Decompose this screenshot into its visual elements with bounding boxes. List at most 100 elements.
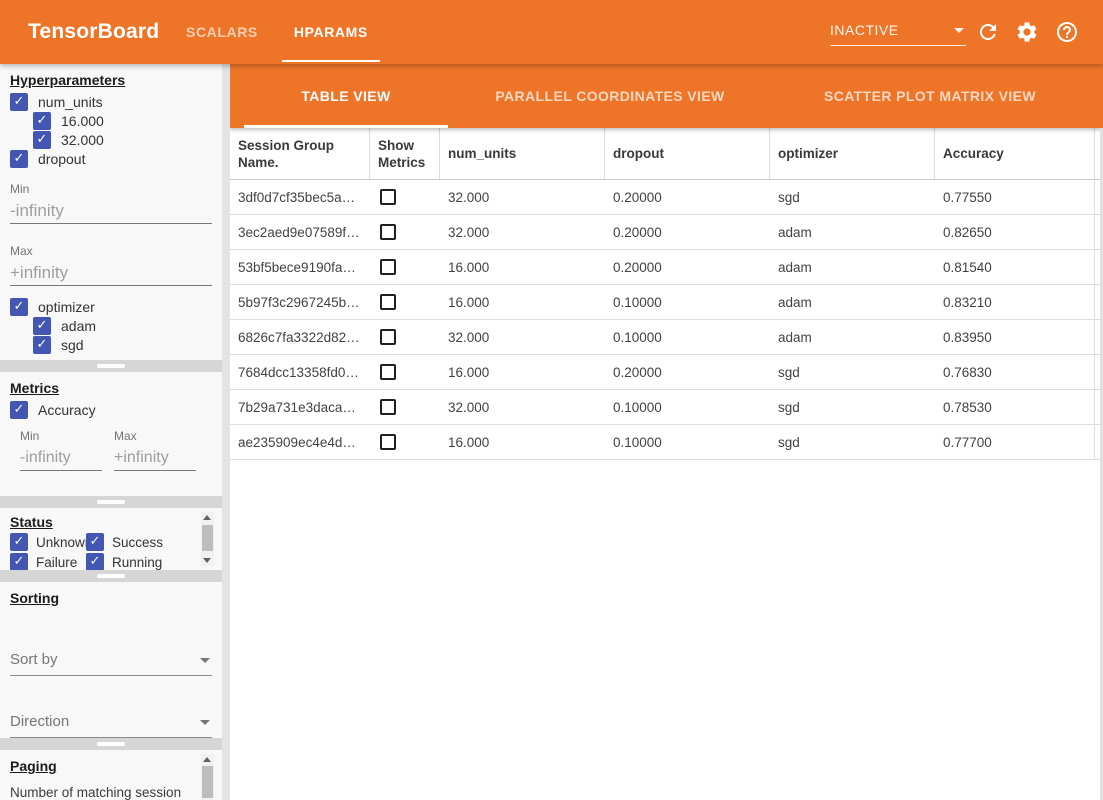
- show-metrics-checkbox[interactable]: [380, 329, 396, 345]
- metrics-heading: Metrics: [10, 380, 59, 396]
- adam-checkbox[interactable]: ✓: [33, 317, 51, 335]
- checkbox-row-adam: ✓ adam: [33, 317, 222, 335]
- matching-groups-count: Number of matching session groups: 8: [10, 784, 208, 800]
- dropout-max-input[interactable]: [10, 260, 212, 286]
- panel-divider: [0, 570, 222, 582]
- column-header-dropout[interactable]: dropout: [605, 128, 770, 179]
- table-row[interactable]: 7684dcc13358fd0… 16.000 0.20000 sgd 0.76…: [230, 355, 1103, 390]
- table-row[interactable]: 3ec2aed9e07589f… 32.000 0.20000 adam 0.8…: [230, 215, 1103, 250]
- sorting-panel: Sorting Sort by Direction: [0, 582, 222, 738]
- scroll-up-icon[interactable]: [203, 515, 211, 520]
- num-units-checkbox[interactable]: ✓: [10, 93, 28, 111]
- checkbox-row-success: ✓ Success: [86, 533, 196, 551]
- column-header-session-group-name[interactable]: Session Group Name.: [230, 128, 370, 179]
- panel-divider: [0, 360, 222, 372]
- app-title: TensorBoard: [28, 0, 159, 64]
- column-header-num-units[interactable]: num_units: [440, 128, 605, 179]
- show-metrics-checkbox[interactable]: [380, 224, 396, 240]
- scroll-up-icon[interactable]: [203, 757, 211, 762]
- tab-parallel-coordinates-view[interactable]: PARALLEL COORDINATES VIEW: [448, 64, 772, 128]
- resize-handle[interactable]: [97, 574, 125, 578]
- success-checkbox[interactable]: ✓: [86, 533, 104, 551]
- status-heading: Status: [10, 514, 53, 530]
- num-units-cell: 32.000: [440, 390, 605, 424]
- sgd-checkbox[interactable]: ✓: [33, 336, 51, 354]
- status-scrollbar[interactable]: [201, 512, 214, 566]
- optimizer-checkbox[interactable]: ✓: [10, 298, 28, 316]
- checkbox-row-num-units: ✓ num_units: [10, 93, 222, 111]
- table-row[interactable]: 5b97f3c2967245b… 16.000 0.10000 adam 0.8…: [230, 285, 1103, 320]
- dropout-cell: 0.20000: [605, 355, 770, 389]
- accuracy-min-input[interactable]: [20, 445, 102, 471]
- column-header-show-metrics[interactable]: Show Metrics: [370, 128, 440, 179]
- accuracy-checkbox[interactable]: ✓: [10, 401, 28, 419]
- session-group-name: 3ec2aed9e07589f…: [230, 215, 370, 249]
- num-units-cell: 16.000: [440, 425, 605, 459]
- dropout-min-input[interactable]: [10, 198, 212, 224]
- accuracy-minmax: Min Max: [20, 429, 222, 471]
- running-checkbox[interactable]: ✓: [86, 553, 104, 570]
- tab-scatter-plot-matrix-view[interactable]: SCATTER PLOT MATRIX VIEW: [772, 64, 1088, 128]
- failure-checkbox[interactable]: ✓: [10, 553, 28, 570]
- checkbox-row-accuracy: ✓ Accuracy: [10, 401, 222, 419]
- table-row[interactable]: ae235909ec4e4d… 16.000 0.10000 sgd 0.777…: [230, 425, 1103, 460]
- sort-by-dropdown[interactable]: Sort by: [10, 646, 212, 676]
- session-group-name: 5b97f3c2967245b…: [230, 285, 370, 319]
- show-metrics-checkbox[interactable]: [380, 294, 396, 310]
- tab-hparams[interactable]: HPARAMS: [276, 0, 386, 64]
- num-units-cell: 32.000: [440, 180, 605, 214]
- optimizer-cell: sgd: [770, 425, 935, 459]
- tab-scalars[interactable]: SCALARS: [168, 0, 276, 64]
- scrollbar-thumb[interactable]: [202, 525, 213, 551]
- column-header-optimizer[interactable]: optimizer: [770, 128, 935, 179]
- session-group-name: 3df0d7cf35bec5a…: [230, 180, 370, 214]
- settings-gear-icon[interactable]: [1015, 20, 1039, 44]
- dropout-checkbox[interactable]: ✓: [10, 150, 28, 168]
- session-group-name: 7684dcc13358fd0…: [230, 355, 370, 389]
- tab-table-view[interactable]: TABLE VIEW: [244, 64, 448, 128]
- show-metrics-checkbox[interactable]: [380, 364, 396, 380]
- unknown-checkbox[interactable]: ✓: [10, 533, 28, 551]
- accuracy-cell: 0.77550: [935, 180, 1095, 214]
- num-units-16-checkbox[interactable]: ✓: [33, 112, 51, 130]
- tensorboard-app: TensorBoard SCALARS HPARAMS INACTIVE: [0, 0, 1103, 800]
- table-row[interactable]: 6826c7fa3322d82… 32.000 0.10000 adam 0.8…: [230, 320, 1103, 355]
- session-group-name: ae235909ec4e4d…: [230, 425, 370, 459]
- resize-handle[interactable]: [97, 500, 125, 504]
- panel-divider: [0, 738, 222, 750]
- num-units-32-checkbox[interactable]: ✓: [33, 131, 51, 149]
- checkbox-row-dropout: ✓ dropout: [10, 150, 222, 168]
- scrollbar-thumb[interactable]: [202, 766, 213, 798]
- table-body: 3df0d7cf35bec5a… 32.000 0.20000 sgd 0.77…: [230, 180, 1103, 460]
- direction-dropdown[interactable]: Direction: [10, 708, 212, 738]
- table-row[interactable]: 7b29a731e3daca… 32.000 0.10000 sgd 0.785…: [230, 390, 1103, 425]
- show-metrics-checkbox[interactable]: [380, 189, 396, 205]
- help-icon[interactable]: [1055, 20, 1079, 44]
- resize-handle[interactable]: [97, 742, 125, 746]
- table-header: Session Group Name. Show Metrics num_uni…: [230, 128, 1103, 180]
- table-row[interactable]: 53bf5bece9190fa… 16.000 0.20000 adam 0.8…: [230, 250, 1103, 285]
- table-row[interactable]: 3df0d7cf35bec5a… 32.000 0.20000 sgd 0.77…: [230, 180, 1103, 215]
- checkbox-row-failure: ✓ Failure: [10, 553, 86, 570]
- accuracy-max-input[interactable]: [114, 445, 196, 471]
- paging-panel: Paging Number of matching session groups…: [0, 750, 222, 800]
- show-metrics-checkbox[interactable]: [380, 399, 396, 415]
- accuracy-cell: 0.83950: [935, 320, 1095, 354]
- optimizer-cell: sgd: [770, 355, 935, 389]
- resize-handle[interactable]: [97, 364, 125, 368]
- show-metrics-checkbox[interactable]: [380, 434, 396, 450]
- column-header-accuracy[interactable]: Accuracy: [935, 128, 1095, 179]
- checkbox-row-unknown: ✓ Unknown: [10, 533, 86, 551]
- refresh-icon[interactable]: [976, 20, 1000, 44]
- paging-scrollbar[interactable]: [201, 754, 214, 800]
- optimizer-cell: adam: [770, 320, 935, 354]
- dropout-cell: 0.10000: [605, 320, 770, 354]
- status-dropdown-value: INACTIVE: [830, 22, 899, 38]
- status-dropdown[interactable]: INACTIVE: [830, 18, 966, 46]
- hyperparameters-panel: Hyperparameters ✓ num_units ✓ 16.000 ✓ 3…: [0, 64, 222, 360]
- sidebar: Hyperparameters ✓ num_units ✓ 16.000 ✓ 3…: [0, 64, 222, 800]
- session-group-name: 6826c7fa3322d82…: [230, 320, 370, 354]
- show-metrics-checkbox[interactable]: [380, 259, 396, 275]
- scroll-down-icon[interactable]: [203, 558, 211, 563]
- dropout-cell: 0.10000: [605, 425, 770, 459]
